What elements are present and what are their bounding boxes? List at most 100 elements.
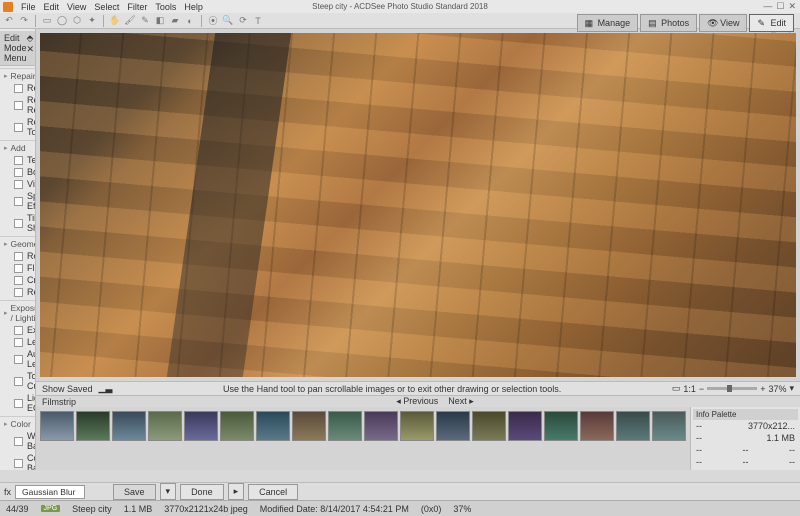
undo-icon[interactable]: ↶ xyxy=(3,15,15,27)
save-menu-icon[interactable]: ▾ xyxy=(160,483,177,500)
sidebar-item[interactable]: Rotate xyxy=(0,250,35,262)
save-button[interactable]: Save xyxy=(113,484,156,500)
filter-preset-icon[interactable]: fx xyxy=(4,487,11,497)
zoom-slider[interactable] xyxy=(707,387,757,390)
sidebar-group[interactable]: Exposure / Lighting xyxy=(0,300,35,324)
sidebar-item[interactable]: Light EQ™ xyxy=(0,392,35,414)
sidebar-item[interactable]: Tone Curves xyxy=(0,370,35,392)
menu-tools[interactable]: Tools xyxy=(155,2,176,12)
sidebar-item[interactable]: Special Effect xyxy=(0,190,35,212)
brush-icon[interactable]: 🖌 xyxy=(124,15,136,27)
sidebar-group[interactable]: Color xyxy=(0,416,35,430)
menu-edit[interactable]: Edit xyxy=(44,2,60,12)
sidebar-item[interactable]: Auto Levels xyxy=(0,348,35,370)
tool-icon xyxy=(14,288,23,297)
gradient-icon[interactable]: ◐ xyxy=(184,15,196,27)
mode-photos[interactable]: ▤Photos xyxy=(640,14,697,32)
sidebar-item[interactable]: Exposure xyxy=(0,324,35,336)
hand-icon[interactable]: ✋ xyxy=(109,15,121,27)
sidebar-item[interactable]: Borders xyxy=(0,166,35,178)
redo-icon[interactable]: ↷ xyxy=(18,15,30,27)
thumbnail[interactable] xyxy=(40,411,74,441)
sidebar-group[interactable]: Repair xyxy=(0,68,35,82)
actual-icon[interactable]: 1:1 xyxy=(683,384,696,394)
edit-icon: ✎ xyxy=(757,18,767,28)
show-saved-toggle[interactable]: Show Saved xyxy=(42,384,93,394)
menu-file[interactable]: File xyxy=(21,2,36,12)
select-ellipse-icon[interactable]: ◯ xyxy=(56,15,68,27)
sidebar-item[interactable]: Color Balance xyxy=(0,452,35,470)
mode-manage[interactable]: ▦Manage xyxy=(577,14,639,32)
sidebar-item-label: Flip xyxy=(27,263,36,273)
image-canvas[interactable] xyxy=(40,33,796,377)
pin-icon[interactable]: ⬘ xyxy=(27,33,34,43)
filmstrip[interactable] xyxy=(36,407,690,445)
sidebar-item[interactable]: Levels xyxy=(0,336,35,348)
thumbnail[interactable] xyxy=(256,411,290,441)
zoom-out-icon[interactable]: − xyxy=(699,384,704,394)
thumbnail[interactable] xyxy=(616,411,650,441)
thumbnail[interactable] xyxy=(400,411,434,441)
sidebar-item[interactable]: Text xyxy=(0,154,35,166)
zoom-dropdown-icon[interactable]: ▾ xyxy=(789,383,794,394)
thumbnail[interactable] xyxy=(184,411,218,441)
fill-icon[interactable]: ▰ xyxy=(169,15,181,27)
thumbnail[interactable] xyxy=(328,411,362,441)
tool-icon xyxy=(14,377,23,386)
thumbnail[interactable] xyxy=(364,411,398,441)
done-button[interactable]: Done xyxy=(180,484,224,500)
sidebar-item[interactable]: Repair xyxy=(0,82,35,94)
menu-help[interactable]: Help xyxy=(184,2,203,12)
prev-button[interactable]: ◂ Previous xyxy=(396,396,438,407)
thumbnail[interactable] xyxy=(148,411,182,441)
menu-filter[interactable]: Filter xyxy=(127,2,147,12)
text-icon[interactable]: T xyxy=(252,15,264,27)
sidebar-item-label: Text xyxy=(27,155,36,165)
minimize-icon[interactable]: — xyxy=(763,1,772,12)
sidebar-item[interactable]: White Balance xyxy=(0,430,35,452)
thumbnail[interactable] xyxy=(508,411,542,441)
fit-icon[interactable]: ▭ xyxy=(672,383,681,394)
sidebar-item[interactable]: Flip xyxy=(0,262,35,274)
sidebar-item[interactable]: Crop xyxy=(0,274,35,286)
zoom-icon[interactable]: 🔍 xyxy=(222,15,234,27)
thumbnail[interactable] xyxy=(76,411,110,441)
thumbnail[interactable] xyxy=(112,411,146,441)
menu-view[interactable]: View xyxy=(67,2,86,12)
histogram-toggle-icon[interactable]: ▁▃ xyxy=(99,383,113,394)
sidebar-item[interactable]: Repair Tool xyxy=(0,116,35,138)
eraser-icon[interactable]: ◧ xyxy=(154,15,166,27)
panel-close-icon[interactable]: ✕ xyxy=(27,44,35,54)
tool-icon xyxy=(14,326,23,335)
rotate-icon[interactable]: ⟳ xyxy=(237,15,249,27)
sidebar-item[interactable]: Tilt-Shift xyxy=(0,212,35,234)
sidebar-item[interactable]: Red Eye Reduction xyxy=(0,94,35,116)
thumbnail[interactable] xyxy=(580,411,614,441)
close-icon[interactable]: ✕ xyxy=(788,1,796,12)
sidebar-group[interactable]: Geometry xyxy=(0,236,35,250)
tool-icon xyxy=(14,355,23,364)
menu-select[interactable]: Select xyxy=(94,2,119,12)
thumbnail[interactable] xyxy=(436,411,470,441)
thumbnail[interactable] xyxy=(544,411,578,441)
done-next-icon[interactable]: ▸ xyxy=(228,483,245,500)
wand-icon[interactable]: ✦ xyxy=(86,15,98,27)
eyedropper-icon[interactable]: ⦿ xyxy=(207,15,219,27)
thumbnail[interactable] xyxy=(652,411,686,441)
sidebar-item[interactable]: Vignette xyxy=(0,178,35,190)
lasso-icon[interactable]: ⬡ xyxy=(71,15,83,27)
pencil-icon[interactable]: ✎ xyxy=(139,15,151,27)
sidebar-group[interactable]: Add xyxy=(0,140,35,154)
thumbnail[interactable] xyxy=(472,411,506,441)
sidebar-item-label: Repair Tool xyxy=(27,117,36,137)
cancel-button[interactable]: Cancel xyxy=(248,484,298,500)
select-rect-icon[interactable]: ▭ xyxy=(41,15,53,27)
tool-icon xyxy=(14,156,23,165)
zoom-in-icon[interactable]: + xyxy=(760,384,765,394)
maximize-icon[interactable]: ☐ xyxy=(776,1,784,12)
thumbnail[interactable] xyxy=(292,411,326,441)
thumbnail[interactable] xyxy=(220,411,254,441)
next-button[interactable]: Next ▸ xyxy=(448,396,474,407)
sidebar-item[interactable]: Resize xyxy=(0,286,35,298)
filter-dropdown[interactable]: Gaussian Blur xyxy=(15,485,85,499)
